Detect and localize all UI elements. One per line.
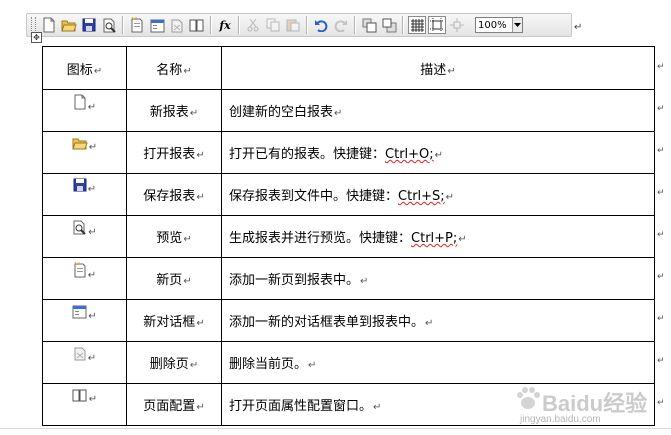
row-icon-cell: ↵ <box>42 257 127 300</box>
row-description: 删除当前页。↵ <box>221 341 655 384</box>
row-end-mark: ↵ <box>657 314 665 324</box>
table-row: ↵ 新对话框↵ 添加一新的对话框表单到报表中。↵ <box>42 299 655 342</box>
preview-icon[interactable] <box>100 16 118 34</box>
align-icon[interactable] <box>448 16 466 34</box>
paragraph-mark: ↵ <box>574 22 583 33</box>
save-icon[interactable] <box>80 16 98 34</box>
toolbar-separator <box>122 16 124 34</box>
new-report-icon <box>73 94 87 114</box>
new-dialog-icon[interactable] <box>148 16 166 34</box>
table-row: ↵ 删除页↵ 删除当前页。↵ <box>42 341 655 384</box>
row-icon-cell: ↵ <box>42 341 127 384</box>
row-icon-cell: ↵ <box>42 383 127 426</box>
row-end-mark: ↵ <box>657 62 665 72</box>
toolbar-separator <box>354 16 356 34</box>
row-name: 保存报表↵ <box>126 173 222 216</box>
row-name: 打开报表↵ <box>126 131 222 174</box>
header-description: 描述↵ <box>221 46 655 90</box>
row-end-mark: ↵ <box>657 272 665 282</box>
page-setup-icon[interactable] <box>188 16 206 34</box>
new-page-icon <box>73 261 87 282</box>
new-file-icon[interactable] <box>40 16 58 34</box>
row-name: 页面配置↵ <box>126 383 222 426</box>
function-icon[interactable]: fx <box>216 16 234 34</box>
row-icon-cell: ↵ <box>42 173 127 216</box>
row-description: 创建新的空白报表↵ <box>221 89 655 132</box>
row-name: 新页↵ <box>126 257 222 300</box>
toolbar-grip[interactable] <box>31 17 36 33</box>
toolbar-separator <box>210 16 212 34</box>
row-icon-cell: ↵ <box>42 215 127 258</box>
row-end-mark: ↵ <box>657 356 665 366</box>
delete-page-icon <box>73 346 87 365</box>
preview-report-icon <box>72 220 87 239</box>
row-name: 新报表↵ <box>126 89 222 132</box>
bring-front-icon[interactable] <box>360 16 378 34</box>
shortcut-text: Ctrl+O; <box>385 147 434 162</box>
table-row: ↵ 新页↵ 添加一新页到报表中。↵ <box>42 257 655 300</box>
baidu-watermark: Baidu经验 jingyan.baidu.com <box>512 382 662 432</box>
row-description: 添加一新页到报表中。↵ <box>221 257 655 300</box>
row-name: 预览↵ <box>126 215 222 258</box>
page-setup-icon <box>72 388 88 406</box>
toolbar-reference-table: 图标↵ 名称↵ 描述↵ ↵ 新报表↵ 创建新的空白报表↵ ↵ 打开报表↵ 打开已… <box>42 46 655 426</box>
table-row: ↵ 打开报表↵ 打开已有的报表。快捷键：Ctrl+O;↵ <box>42 131 655 174</box>
row-end-mark: ↵ <box>657 104 665 114</box>
snap-icon[interactable] <box>428 16 446 34</box>
header-icon: 图标↵ <box>42 46 127 90</box>
zoom-select[interactable]: 100% <box>475 17 523 33</box>
table-row: ↵ 保存报表↵ 保存报表到文件中。快捷键：Ctrl+S;↵ <box>42 173 655 216</box>
table-move-handle[interactable]: ✥ <box>31 32 42 43</box>
table-row: ↵ 预览↵ 生成报表并进行预览。快捷键：Ctrl+P;↵ <box>42 215 655 258</box>
row-description: 保存报表到文件中。快捷键：Ctrl+S;↵ <box>221 173 655 216</box>
paw-icon <box>517 387 540 409</box>
function-glyph: fx <box>219 18 231 32</box>
row-description: 添加一新的对话框表单到报表中。↵ <box>221 299 655 342</box>
copy-icon[interactable] <box>264 16 282 34</box>
row-icon-cell: ↵ <box>42 131 127 174</box>
row-name: 删除页↵ <box>126 341 222 384</box>
shortcut-text: Ctrl+S; <box>398 189 445 204</box>
send-back-icon[interactable] <box>380 16 398 34</box>
undo-icon[interactable] <box>312 16 330 34</box>
cut-icon[interactable] <box>244 16 262 34</box>
redo-icon[interactable] <box>332 16 350 34</box>
new-dialog-icon <box>72 304 87 323</box>
chevron-down-icon[interactable] <box>512 18 522 32</box>
open-folder-icon[interactable] <box>60 16 78 34</box>
watermark-url: jingyan.baidu.com <box>520 414 601 425</box>
save-report-icon <box>73 178 87 196</box>
row-end-mark: ↵ <box>657 188 665 198</box>
row-end-mark: ↵ <box>657 146 665 156</box>
row-description: 打开已有的报表。快捷键：Ctrl+O;↵ <box>221 131 655 174</box>
header-name: 名称↵ <box>126 46 222 90</box>
row-description: 生成报表并进行预览。快捷键：Ctrl+P;↵ <box>221 215 655 258</box>
table-row: ↵ 新报表↵ 创建新的空白报表↵ <box>42 89 655 132</box>
new-page-icon[interactable] <box>128 16 146 34</box>
toolbar: fx 100% <box>26 13 572 37</box>
toolbar-separator <box>306 16 308 34</box>
row-name: 新对话框↵ <box>126 299 222 342</box>
paste-icon[interactable] <box>284 16 302 34</box>
shortcut-text: Ctrl+P; <box>411 231 458 246</box>
toolbar-separator <box>238 16 240 34</box>
delete-page-icon[interactable] <box>168 16 186 34</box>
row-icon-cell: ↵ <box>42 89 127 132</box>
table-header-row: 图标↵ 名称↵ 描述↵ <box>42 46 655 90</box>
open-report-icon <box>72 136 88 154</box>
grid-icon[interactable] <box>408 16 426 34</box>
row-icon-cell: ↵ <box>42 299 127 342</box>
toolbar-separator <box>402 16 404 34</box>
zoom-value: 100% <box>478 19 507 31</box>
row-end-mark: ↵ <box>657 230 665 240</box>
